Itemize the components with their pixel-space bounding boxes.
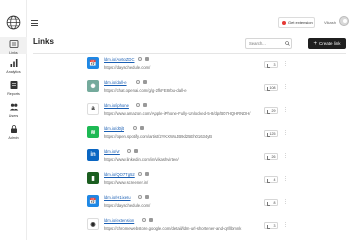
bar-chart-icon [10, 59, 17, 67]
copy-icon[interactable] [137, 172, 142, 176]
short-link[interactable]: ldm.io/Ax6oZDC [104, 57, 134, 62]
sidebar: Links Analytics Reports Users Admin [0, 0, 27, 240]
document-icon [10, 81, 17, 89]
more-options-icon[interactable]: ⋮ [283, 199, 288, 205]
user-name: Vikash [324, 20, 336, 25]
search-icon[interactable] [285, 41, 290, 46]
link-row[interactable]: ◉ ldm.io/extension https://chromewebstore.… [82, 214, 292, 237]
short-link[interactable]: ldm.io/dall-e [104, 80, 127, 85]
qr-code-icon[interactable] [133, 149, 138, 153]
destination-url: https://dayschedule.com/ [104, 65, 151, 70]
sidebar-item-label: Admin [8, 136, 19, 140]
openai-icon: ✺ [87, 80, 99, 92]
destination-url: https://chromewebstore.google.com/detail… [104, 226, 242, 231]
lock-icon [10, 125, 17, 133]
more-options-icon[interactable]: ⋮ [283, 222, 288, 228]
destination-url: https://www.screener.in/ [104, 180, 149, 185]
sidebar-item-label: Links [9, 51, 18, 55]
destination-url: https://www.linkedin.com/in/vikashvirtee… [104, 157, 179, 162]
destination-url: https://www.amazon.com/Apple-iPhone-Full… [104, 111, 251, 116]
link-row[interactable]: ▮ ldm.io/QO7Tg52 https://www.screener.in/4… [82, 168, 292, 191]
short-link[interactable]: ldm.io/H1ixeIu [104, 195, 131, 200]
click-count-badge: 4 [264, 176, 278, 183]
more-options-icon[interactable]: ⋮ [283, 107, 288, 113]
sidebar-item-label: Reports [7, 92, 20, 96]
users-icon [9, 103, 18, 111]
link-row[interactable]: a ldm.io/iphone https://www.amazon.com/App… [82, 99, 292, 122]
short-link[interactable]: ldm.io/d0jlt [104, 126, 124, 131]
short-link[interactable]: ldm.io/QO7Tg52 [104, 172, 135, 177]
destination-url: https://dayschedule.com/ [104, 203, 151, 208]
qr-code-icon[interactable] [149, 218, 154, 222]
sidebar-item-reports[interactable]: Reports [0, 80, 27, 96]
chrome-icon: ◉ [87, 218, 99, 230]
create-link-button[interactable]: + Create link [308, 38, 346, 49]
screener-icon: ▮ [87, 172, 99, 184]
link-row[interactable]: in ldm.io/vr https://www.linkedin.com/in/v… [82, 145, 292, 168]
hamburger-menu-icon[interactable] [31, 20, 38, 26]
app-root: Links Analytics Reports Users Admin Get … [0, 0, 350, 240]
more-options-icon[interactable]: ⋮ [283, 130, 288, 136]
globe-logo-icon[interactable] [6, 15, 21, 30]
copy-icon[interactable] [137, 57, 142, 61]
create-link-label: Create link [319, 41, 341, 46]
qr-code-icon[interactable] [140, 126, 145, 130]
qr-code-icon[interactable] [144, 172, 149, 176]
link-row[interactable]: ✺ ldm.io/dall-e https://chat.openai.com/g/… [82, 76, 292, 99]
link-row[interactable]: 📅 ldm.io/Ax6oZDC https://dayschedule.com/3… [82, 53, 292, 76]
copy-icon[interactable] [126, 149, 131, 153]
more-options-icon[interactable]: ⋮ [283, 84, 288, 90]
avatar[interactable] [339, 16, 349, 26]
copy-icon[interactable] [133, 126, 138, 130]
destination-url: https://chat.openai.com/g/g-2fkFE8rbu-da… [104, 88, 187, 93]
link-icon [9, 40, 18, 48]
copy-icon[interactable] [137, 195, 142, 199]
spotify-icon: ≋ [87, 126, 99, 138]
qr-code-icon[interactable] [144, 57, 149, 61]
short-link[interactable]: ldm.io/extension [104, 218, 134, 223]
get-extension-label: Get extension [288, 20, 313, 25]
sidebar-item-users[interactable]: Users [0, 102, 27, 118]
click-count-badge: 125 [264, 130, 278, 137]
destination-url: https://open.spotify.com/artist/2YKXWoJB… [104, 134, 213, 139]
click-count-badge: 29 [264, 107, 278, 114]
qr-code-icon[interactable] [142, 103, 147, 107]
dayschedule-icon: 📅 [87, 195, 99, 207]
short-link[interactable]: ldm.io/iphone [104, 103, 129, 108]
page-title: Links [33, 37, 54, 46]
chrome-dot-icon [282, 20, 286, 25]
plus-icon: + [313, 40, 317, 47]
click-count-badge: 3 [264, 61, 278, 68]
short-link[interactable]: ldm.io/vr [104, 149, 120, 154]
dayschedule-icon: 📅 [87, 57, 99, 69]
copy-icon[interactable] [142, 218, 147, 222]
click-count-badge: 108 [264, 84, 278, 91]
sidebar-item-label: Analytics [6, 70, 21, 74]
link-row[interactable]: 📅 ldm.io/H1ixeIu https://dayschedule.com/8… [82, 191, 292, 214]
link-row[interactable]: ≋ ldm.io/d0jlt https://open.spotify.com/ar… [82, 122, 292, 145]
amazon-icon: a [87, 103, 99, 115]
get-extension-button[interactable]: Get extension [278, 17, 315, 28]
more-options-icon[interactable]: ⋮ [283, 61, 288, 67]
click-count-badge: 26 [264, 153, 278, 160]
more-options-icon[interactable]: ⋮ [283, 176, 288, 182]
click-count-badge: 8 [264, 199, 278, 206]
copy-icon[interactable] [135, 80, 140, 84]
more-options-icon[interactable]: ⋮ [283, 153, 288, 159]
linkedin-icon: in [87, 149, 99, 161]
sidebar-item-label: Users [8, 114, 19, 118]
sidebar-item-admin[interactable]: Admin [0, 124, 27, 140]
click-count-badge: 3 [264, 222, 278, 229]
sidebar-item-links[interactable]: Links [0, 37, 27, 55]
sidebar-item-analytics[interactable]: Analytics [0, 58, 27, 74]
qr-code-icon[interactable] [144, 195, 149, 199]
qr-code-icon[interactable] [142, 80, 147, 84]
top-bar: Get extension Vikash [27, 0, 350, 32]
copy-icon[interactable] [135, 103, 140, 107]
